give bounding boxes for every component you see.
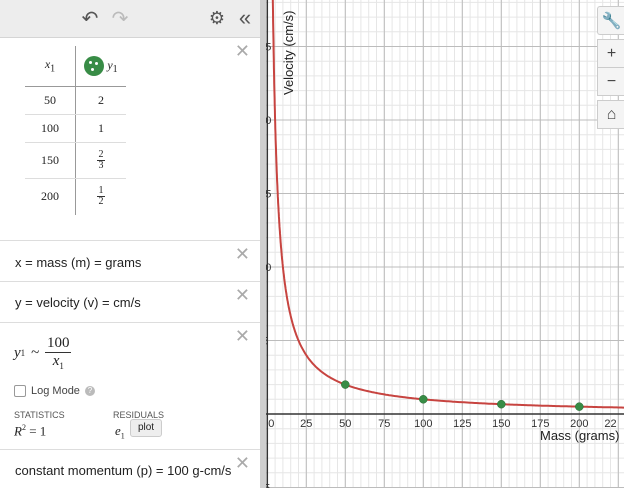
collapse-icon[interactable]: « (233, 5, 257, 30)
data-point (497, 399, 506, 409)
zoom-out-button[interactable]: − (597, 67, 624, 96)
close-icon[interactable]: ✕ (235, 454, 250, 472)
note-momentum[interactable]: ✕ constant momentum (p) = 100 g-cm/s (0, 450, 260, 488)
y-tick-label: 20 (266, 115, 271, 127)
residual-variable: e1 (115, 423, 125, 441)
close-icon[interactable]: ✕ (235, 286, 250, 304)
table-cell[interactable]: 200 (25, 178, 76, 215)
checkbox[interactable] (14, 385, 26, 397)
table-cell[interactable]: 2 (75, 86, 126, 115)
wrench-icon[interactable]: 🔧 (597, 6, 624, 35)
y-tick-label: -5 (266, 483, 270, 488)
expression-panel: ↶ ↷ ⚙ « ✕ x1 y1 50 2 100 1 150 2 3 200 1… (0, 0, 260, 488)
home-icon[interactable]: ⌂ (597, 100, 624, 129)
table-cell[interactable]: 1 (75, 114, 126, 143)
note-text: y = velocity (v) = cm/s (15, 295, 141, 310)
table-cell[interactable]: 100 (25, 114, 76, 143)
note-velocity[interactable]: ✕ y = velocity (v) = cm/s (0, 282, 260, 323)
table-cell[interactable]: 12 (76, 179, 127, 215)
x-tick-label: 150 (492, 418, 510, 430)
y-tick-label: 15 (266, 189, 271, 201)
close-icon[interactable]: ✕ (235, 245, 250, 263)
y-tick-label: 25 (266, 42, 271, 54)
x-tick-label: 25 (300, 418, 312, 430)
note-text: x = mass (m) = grams (15, 255, 142, 270)
data-table: x1 y1 50 2 100 1 150 2 3 200 1 2 (25, 46, 126, 215)
close-icon[interactable]: ✕ (235, 327, 250, 345)
zoom-in-button[interactable]: + (597, 39, 624, 68)
table-cell[interactable]: 150 (25, 142, 76, 179)
data-point (419, 395, 428, 404)
y-tick-label: 10 (266, 262, 271, 274)
point-style-icon[interactable] (84, 56, 105, 76)
column-header-y[interactable]: y1 (75, 46, 126, 87)
graph-paper[interactable]: 025507510012515017520022-5510152025 Mass… (266, 0, 624, 488)
table-expression[interactable]: ✕ x1 y1 50 2 100 1 150 2 3 200 1 2 (0, 38, 260, 241)
gear-icon[interactable]: ⚙ (205, 6, 229, 30)
data-point (341, 380, 350, 389)
x-tick-label: 0 (268, 418, 274, 430)
x-tick-label: 125 (453, 418, 471, 430)
grid-minor (266, 0, 624, 488)
x-tick-label: 100 (414, 418, 432, 430)
data-point (575, 402, 584, 411)
regression-formula[interactable]: y1 ~ 100 x1 (14, 335, 72, 371)
x-tick-label: 50 (339, 418, 351, 430)
close-icon[interactable]: ✕ (235, 42, 250, 60)
table-cell[interactable]: 50 (25, 86, 76, 115)
axes (266, 0, 624, 488)
y-tick-label: 5 (266, 336, 268, 348)
plot-residuals-button[interactable]: plot (130, 419, 162, 437)
x-axis-label: Mass (grams) (540, 428, 619, 443)
note-text: constant momentum (p) = 100 g-cm/s (15, 463, 232, 478)
note-mass[interactable]: ✕ x = mass (m) = grams (0, 241, 260, 282)
redo-icon[interactable]: ↷ (108, 6, 132, 30)
r-squared-value: R2 = 1 (14, 423, 47, 439)
help-icon[interactable]: ? (84, 386, 95, 396)
grid-major (266, 0, 624, 488)
regression-expression[interactable]: ✕ y1 ~ 100 x1 Log Mode ? STATISTICS RESI… (0, 323, 260, 450)
statistics-label: STATISTICS (14, 410, 65, 420)
expression-list: ✕ x1 y1 50 2 100 1 150 2 3 200 1 2 ✕ x =… (0, 38, 260, 488)
x-tick-label: 75 (378, 418, 390, 430)
column-header-x[interactable]: x1 (25, 46, 76, 87)
y-axis-label: Velocity (cm/s) (281, 10, 296, 95)
log-mode-toggle[interactable]: Log Mode ? (14, 385, 95, 397)
undo-icon[interactable]: ↶ (78, 6, 102, 30)
table-cell[interactable]: 23 (75, 142, 126, 179)
expression-toolbar: ↶ ↷ ⚙ « (0, 0, 260, 38)
